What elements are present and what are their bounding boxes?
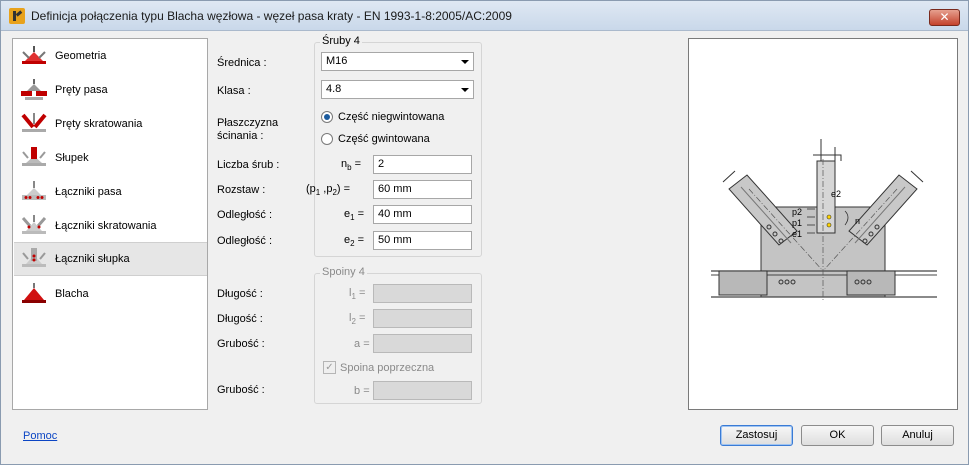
chord-connectors-icon (22, 181, 46, 200)
shear-option-threaded[interactable]: Część gwintowana (321, 133, 430, 145)
shear-option-label: Część niegwintowana (338, 111, 445, 123)
window-title: Definicja połączenia typu Blacha węzłowa… (31, 9, 512, 23)
shear-option-label: Część gwintowana (338, 133, 430, 145)
weld-length1-input (373, 284, 472, 303)
diameter-value: M16 (326, 55, 348, 67)
bolts-group-title: Śruby 4 (320, 35, 362, 47)
nav-item-prety-skratowania[interactable]: Pręty skratowania (14, 107, 207, 141)
distance-e2-symbol: e2 = (344, 234, 365, 249)
dim-label-p1: p1 (792, 218, 802, 228)
joint-geometry-icon (22, 46, 46, 64)
weld-thickness-symbol: a = (354, 338, 370, 350)
bracing-members-icon (21, 113, 47, 132)
plate-icon (22, 283, 46, 303)
weld-thickness-label: Grubość : (217, 338, 265, 350)
weld-thickness-input (373, 334, 472, 353)
nav-label: Łączniki pasa (55, 186, 122, 198)
nav-label: Łączniki skratowania (55, 220, 157, 232)
section-list: Geometria Pręty pasa Pręty skratowania S… (12, 38, 208, 410)
transverse-weld-label: Spoina poprzeczna (340, 361, 435, 374)
bracing-connectors-icon (21, 215, 47, 234)
app-logo-icon (9, 8, 25, 24)
close-button[interactable]: ✕ (929, 9, 960, 26)
nav-label: Łączniki słupka (55, 253, 130, 265)
nav-item-laczniki-pasa[interactable]: Łączniki pasa (14, 175, 207, 209)
post-icon (22, 147, 46, 166)
bolt-count-symbol: nb = (341, 158, 362, 173)
class-value: 4.8 (326, 83, 342, 95)
bolt-count-label: Liczba śrub : (217, 159, 280, 171)
nav-label: Pręty pasa (55, 84, 108, 96)
nav-label: Słupek (55, 152, 89, 164)
distance-e1-input[interactable]: 40 mm (373, 205, 472, 224)
weld-length2-input (373, 309, 472, 328)
weld-thickness2-symbol: b = (354, 385, 370, 397)
weld-thickness2-label: Grubość : (217, 384, 265, 396)
dim-label-e2: e2 (831, 189, 841, 199)
joint-preview-panel: e2 p2 p1 e1 n (688, 38, 958, 410)
transverse-weld-checkbox-row: ✓ Spoina poprzeczna (323, 361, 434, 374)
weld-length2-symbol: l2 = (349, 312, 366, 327)
nav-label: Blacha (55, 288, 89, 300)
distance-e1-symbol: e1 = (344, 208, 365, 223)
spacing-label: Rozstaw : (217, 184, 266, 196)
nav-item-laczniki-skratowania[interactable]: Łączniki skratowania (14, 209, 207, 243)
title-bar: Definicja połączenia typu Blacha węzłowa… (1, 1, 968, 31)
joint-drawing: e2 p2 p1 e1 n (711, 139, 937, 301)
welds-group-title: Spoiny 4 (320, 266, 367, 278)
class-label: Klasa : (217, 85, 251, 97)
weld-length2-label: Długość : (217, 313, 263, 325)
nav-item-slupek[interactable]: Słupek (14, 141, 207, 175)
distance-e1-label: Odległość : (217, 209, 273, 221)
nav-label: Geometria (55, 50, 107, 62)
distance-e2-label: Odległość : (217, 235, 273, 247)
chord-members-icon (21, 79, 47, 100)
diameter-select[interactable]: M16 (321, 52, 474, 71)
weld-length1-symbol: l1 = (349, 287, 366, 302)
shear-option-unthreaded[interactable]: Część niegwintowana (321, 111, 444, 123)
shear-plane-label-1: Płaszczyzna (217, 117, 279, 129)
dim-label-n: n (855, 216, 860, 226)
dim-label-p2: p2 (792, 207, 802, 217)
distance-e2-input[interactable]: 50 mm (373, 231, 472, 250)
diameter-label: Średnica : (217, 57, 267, 69)
dim-label-e1: e1 (792, 229, 802, 239)
radio-checked-icon[interactable] (321, 111, 333, 123)
nav-item-blacha[interactable]: Blacha (14, 277, 207, 311)
post-connectors-icon (22, 248, 46, 267)
chevron-down-icon (461, 88, 469, 92)
nav-item-prety-pasa[interactable]: Pręty pasa (14, 73, 207, 107)
cancel-button[interactable]: Anuluj (881, 425, 954, 446)
class-select[interactable]: 4.8 (321, 80, 474, 99)
spacing-input[interactable]: 60 mm (373, 180, 472, 199)
bolts-group (314, 42, 482, 257)
bolt-count-input[interactable]: 2 (373, 155, 472, 174)
help-link[interactable]: Pomoc (23, 430, 57, 442)
chevron-down-icon (461, 60, 469, 64)
weld-length1-label: Długość : (217, 288, 263, 300)
spacing-symbol: (p1 ,p2) = (306, 183, 351, 198)
nav-label: Pręty skratowania (55, 118, 143, 130)
ok-button[interactable]: OK (801, 425, 874, 446)
checkbox-checked-icon: ✓ (323, 361, 336, 374)
dialog-window: Definicja połączenia typu Blacha węzłowa… (0, 0, 969, 465)
radio-unchecked-icon[interactable] (321, 133, 333, 145)
shear-plane-label-2: ścinania : (217, 130, 264, 142)
apply-button[interactable]: Zastosuj (720, 425, 793, 446)
weld-thickness2-input (373, 381, 472, 400)
nav-item-geometria[interactable]: Geometria (14, 39, 207, 73)
nav-item-laczniki-slupka[interactable]: Łączniki słupka (14, 242, 207, 276)
